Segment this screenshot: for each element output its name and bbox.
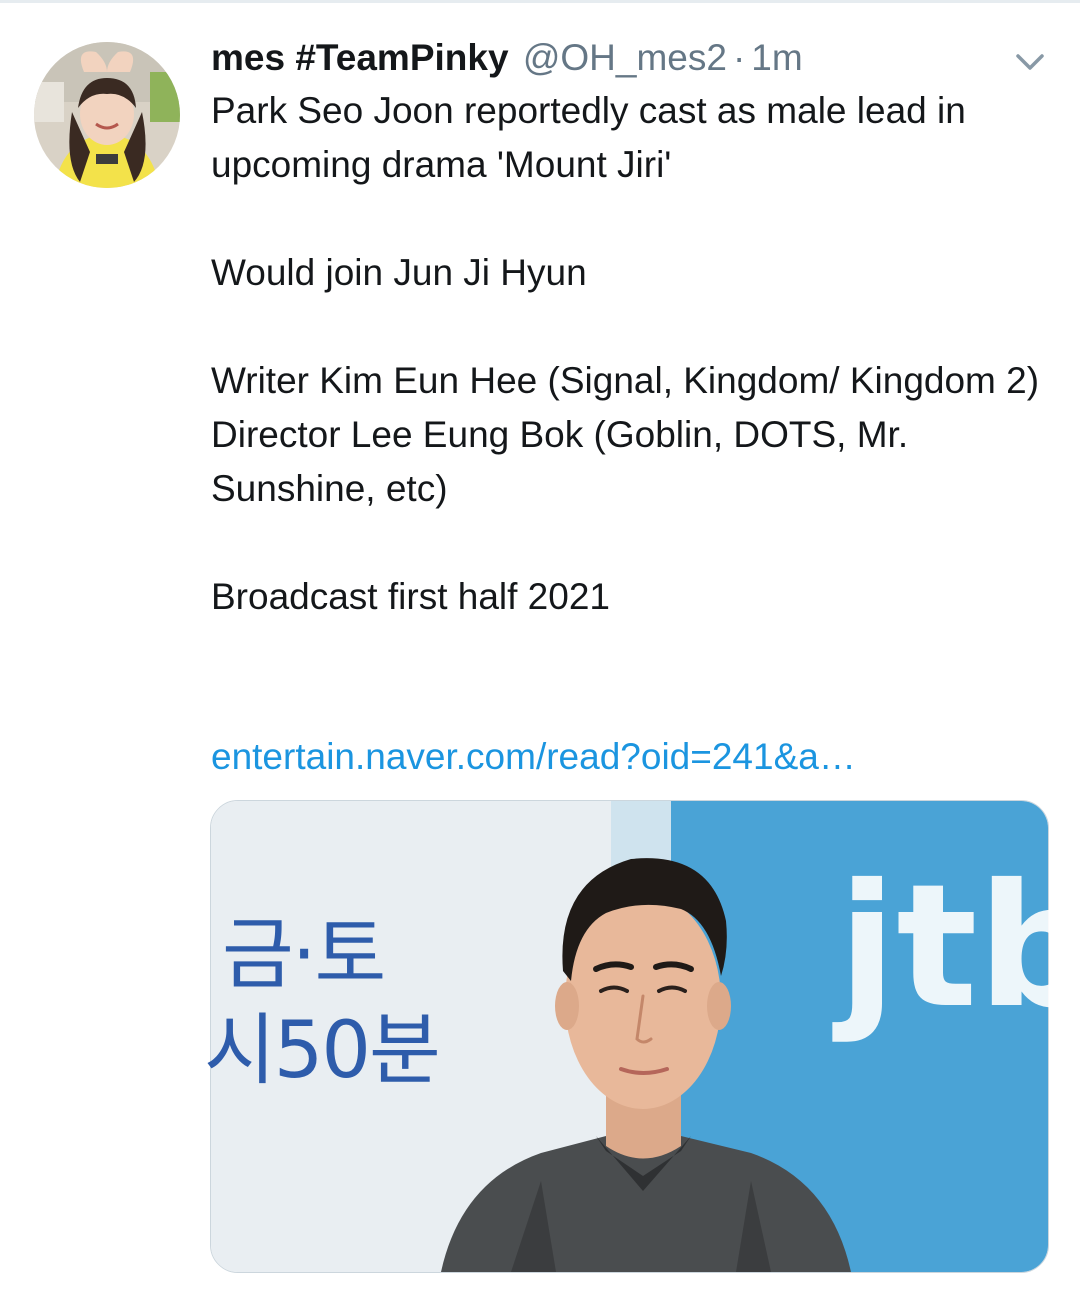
avatar[interactable] (34, 42, 180, 188)
chevron-down-icon[interactable] (1006, 44, 1054, 80)
tweet-header: mes #TeamPinky @OH_mes2 · 1m (211, 34, 803, 82)
tweet-line: Director Lee Eung Bok (Goblin, DOTS, Mr.… (211, 414, 909, 509)
tweet-line: Writer Kim Eun Hee (Signal, Kingdom/ Kin… (211, 360, 1040, 401)
tweet-line: Broadcast first half 2021 (211, 576, 610, 617)
user-handle[interactable]: @OH_mes2 (523, 37, 727, 78)
tweet-text: Park Seo Joon reportedly cast as male le… (211, 84, 1061, 624)
backdrop-logo: jtb (838, 848, 1080, 1046)
avatar-image (34, 42, 180, 188)
top-divider (0, 0, 1080, 3)
article-link[interactable]: entertain.naver.com/read?oid=241&a… (211, 730, 856, 784)
tweet-line: Park Seo Joon reportedly cast as male le… (211, 90, 966, 185)
separator-dot: · (732, 37, 746, 78)
backdrop-text-line2: 시50분 (204, 1006, 441, 1096)
timestamp[interactable]: 1m (751, 37, 802, 78)
tweet-line: Would join Jun Ji Hyun (211, 252, 587, 293)
display-name[interactable]: mes #TeamPinky (211, 37, 509, 78)
